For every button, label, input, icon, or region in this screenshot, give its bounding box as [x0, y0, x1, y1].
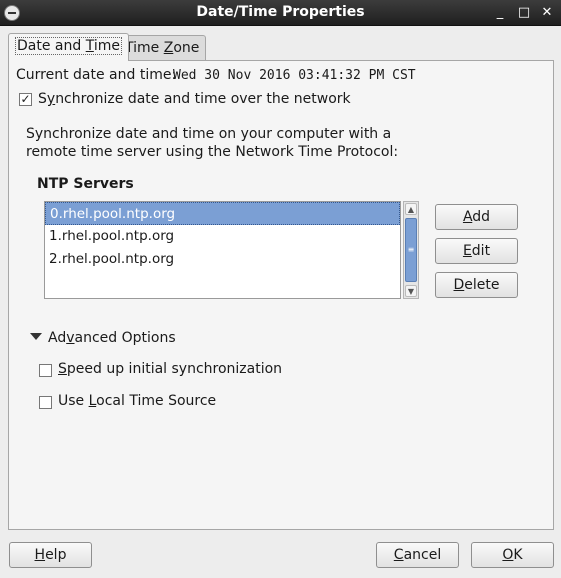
ntp-description-line-1: Synchronize date and time on your comput… — [26, 126, 392, 142]
speed-up-sync-label[interactable]: Speed up initial synchronization — [58, 361, 282, 377]
ntp-server-item[interactable]: 2.rhel.pool.ntp.org — [45, 248, 400, 271]
ntp-server-item[interactable]: 1.rhel.pool.ntp.org — [45, 225, 400, 248]
scroll-up-arrow-icon[interactable]: ▲ — [405, 203, 417, 215]
ntp-description-line-2: remote time server using the Network Tim… — [26, 144, 399, 160]
local-time-source-checkbox[interactable] — [39, 396, 52, 409]
tab-time-zone-label: Time Zone — [125, 40, 200, 56]
expander-arrow-icon[interactable] — [30, 333, 42, 340]
maximize-icon[interactable]: □ — [514, 3, 534, 23]
tab-time-zone[interactable]: Time Zone — [118, 35, 207, 61]
title-bar: Date/Time Properties _ □ ✕ — [0, 0, 561, 26]
ntp-server-list[interactable]: 0.rhel.pool.ntp.org 1.rhel.pool.ntp.org … — [44, 201, 401, 299]
close-icon[interactable]: ✕ — [537, 3, 557, 23]
tab-date-and-time[interactable]: Date and Time — [8, 33, 129, 61]
help-button[interactable]: Help — [9, 542, 92, 568]
ntp-server-item[interactable]: 0.rhel.pool.ntp.org — [45, 202, 400, 225]
sync-network-label[interactable]: Synchronize date and time over the netwo… — [38, 91, 351, 107]
window-title: Date/Time Properties — [196, 4, 365, 20]
current-datetime-label: Current date and time: — [16, 67, 177, 83]
ntp-servers-heading: NTP Servers — [37, 176, 134, 192]
edit-server-button[interactable]: Edit — [435, 238, 518, 264]
speed-up-sync-checkbox[interactable] — [39, 364, 52, 377]
current-datetime-value: Wed 30 Nov 2016 03:41:32 PM CST — [173, 68, 416, 83]
local-time-source-label[interactable]: Use Local Time Source — [58, 393, 216, 409]
delete-server-button[interactable]: Delete — [435, 272, 518, 298]
tab-date-and-time-label: Date and Time — [15, 37, 122, 55]
ok-button[interactable]: OK — [471, 542, 554, 568]
scroll-thumb[interactable]: ≡ — [405, 218, 417, 282]
sync-network-checkbox[interactable]: ✓ — [19, 93, 32, 106]
advanced-options-expander[interactable]: Advanced Options — [48, 330, 176, 346]
cancel-button[interactable]: Cancel — [376, 542, 459, 568]
scroll-down-arrow-icon[interactable]: ▼ — [405, 285, 417, 297]
minimize-icon[interactable]: _ — [490, 3, 510, 23]
ntp-list-scrollbar[interactable]: ▲ ≡ ▼ — [403, 201, 419, 299]
add-server-button[interactable]: Add — [435, 204, 518, 230]
